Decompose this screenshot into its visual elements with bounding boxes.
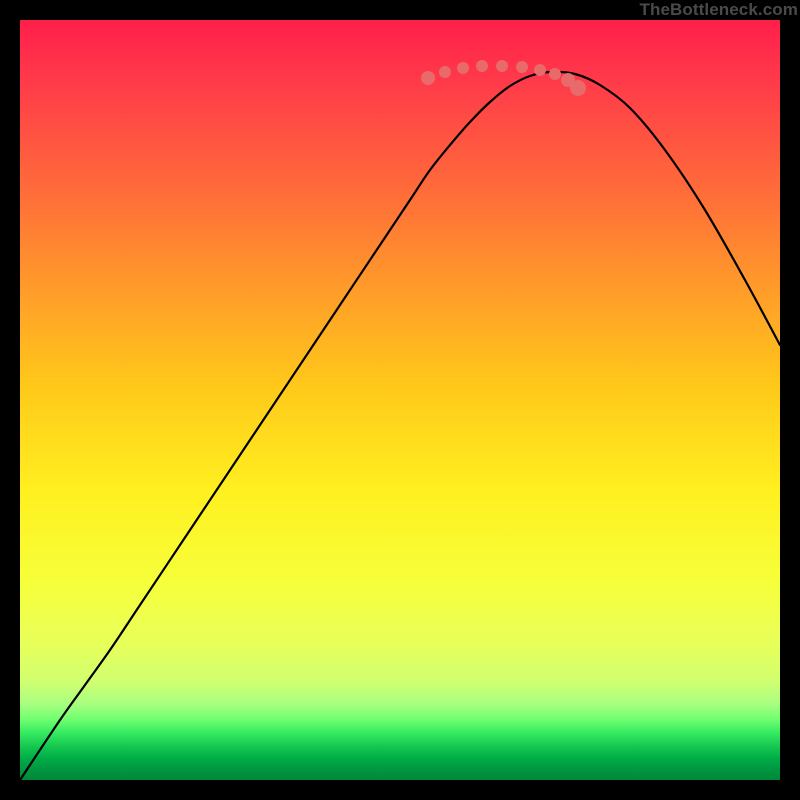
bottleneck-marker <box>476 60 488 72</box>
chart-frame: TheBottleneck.com <box>20 20 780 780</box>
bottleneck-marker <box>570 80 586 96</box>
bottleneck-marker <box>496 60 508 72</box>
watermark-text: TheBottleneck.com <box>639 0 798 20</box>
bottleneck-marker <box>516 61 528 73</box>
bottleneck-marker <box>439 66 451 78</box>
bottleneck-curve <box>20 72 780 780</box>
bottleneck-marker <box>457 62 469 74</box>
chart-plot <box>20 20 780 780</box>
bottleneck-marker <box>421 71 435 85</box>
bottleneck-marker <box>534 64 546 76</box>
bottleneck-marker <box>549 68 561 80</box>
